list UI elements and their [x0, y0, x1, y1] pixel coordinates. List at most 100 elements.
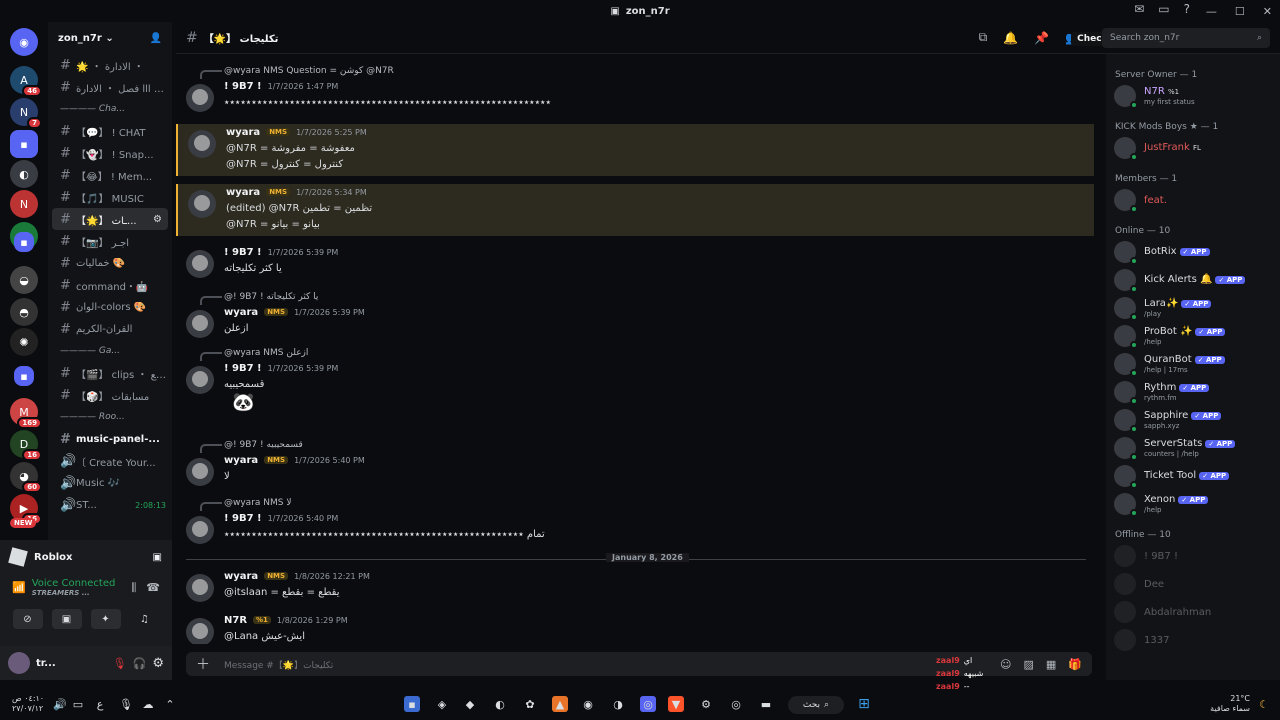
- bell-icon[interactable]: 🔔: [1003, 31, 1018, 45]
- brave-icon[interactable]: ▼: [668, 696, 684, 712]
- message[interactable]: wyara NMS 1/7/2026 5:25 PM @N7R = معفوشة = …: [176, 124, 1094, 176]
- reply-reference[interactable]: @wyara NMS لا: [224, 496, 1094, 510]
- member-row[interactable]: Lara✨ ✓ APP/play: [1106, 294, 1280, 322]
- message-author[interactable]: ! 9B7 !: [224, 247, 262, 258]
- message[interactable]: @wyara NMS ازعلن ! 9B7 ! 1/7/2026 5:39 PM ق…: [176, 346, 1094, 426]
- folder-icon[interactable]: ▪: [10, 130, 38, 158]
- activity-settings-icon[interactable]: ▣: [153, 552, 162, 563]
- category-header[interactable]: ———— Roo...: [48, 406, 172, 428]
- search-button[interactable]: بحث ⌕: [788, 696, 844, 714]
- folder-icon[interactable]: ▪: [14, 366, 34, 386]
- app-icon[interactable]: ◉: [580, 696, 596, 712]
- discord-icon[interactable]: ◎: [640, 696, 656, 712]
- message-input[interactable]: Message #【🌟】تكليجات: [224, 658, 333, 671]
- message-author[interactable]: wyara: [224, 571, 258, 582]
- signal-icon[interactable]: 📶: [12, 581, 26, 594]
- message-author[interactable]: ! 9B7 !: [224, 363, 262, 374]
- message-author[interactable]: wyara: [226, 187, 260, 198]
- avatar[interactable]: [186, 84, 214, 112]
- text-channel[interactable]: # 🌟 ・ الادارة ・: [48, 54, 172, 76]
- app-icon[interactable]: ▲: [552, 696, 568, 712]
- avatar[interactable]: [186, 366, 214, 394]
- language-indicator[interactable]: ع: [92, 696, 108, 712]
- member-row[interactable]: Rythm ✓ APP rythm.fm: [1106, 378, 1280, 406]
- reply-reference[interactable]: @wyara NMS ازعلن: [224, 346, 1094, 360]
- network-icon[interactable]: ☁: [140, 696, 156, 712]
- disconnect-icon[interactable]: ☎: [146, 581, 160, 595]
- threads-icon[interactable]: ⧉: [979, 30, 988, 45]
- text-channel[interactable]: # القران-الكريم: [48, 318, 172, 340]
- mute-icon[interactable]: 🎙: [113, 657, 127, 670]
- message-author[interactable]: N7R: [224, 615, 247, 626]
- add-attachment-icon[interactable]: ＋: [196, 654, 210, 674]
- minimize-icon[interactable]: —: [1206, 5, 1217, 18]
- server-icon[interactable]: M 169: [10, 398, 42, 429]
- display-icon[interactable]: ▭: [70, 696, 86, 712]
- mic-icon[interactable]: 🎙: [118, 696, 134, 712]
- server-icon[interactable]: ◓: [10, 298, 38, 326]
- message[interactable]: ! 9B7 ! 1/7/2026 5:39 PM يا كثر تكليجاته: [176, 244, 1094, 280]
- inbox-icon[interactable]: ✉: [1134, 2, 1144, 16]
- member-row[interactable]: feat.: [1106, 186, 1280, 214]
- member-row[interactable]: ProBot ✨ ✓ APP/help: [1106, 322, 1280, 350]
- avatar[interactable]: [186, 310, 214, 338]
- member-row[interactable]: ! 9B7 !: [1106, 542, 1280, 570]
- server-icon[interactable]: A 46: [10, 66, 42, 97]
- text-channel[interactable]: # 【📷】 اجـر: [48, 230, 172, 252]
- text-channel[interactable]: # ااا فصل ・ الادارة ⛔: [48, 76, 172, 98]
- weather-widget[interactable]: 21°C سماء صافية: [1210, 694, 1250, 714]
- voice-channel[interactable]: 🔊 Music 🎶: [48, 472, 172, 494]
- member-row[interactable]: 1337: [1106, 626, 1280, 654]
- folder-icon[interactable]: ▪: [14, 232, 34, 252]
- app-icon[interactable]: ✿: [522, 696, 538, 712]
- avatar[interactable]: [186, 250, 214, 278]
- message-author[interactable]: wyara: [224, 455, 258, 466]
- member-row[interactable]: QuranBot ✓ APP/help | 17ms: [1106, 350, 1280, 378]
- member-row[interactable]: Abdalrahman: [1106, 598, 1280, 626]
- server-icon[interactable]: ◕ 60: [10, 462, 42, 493]
- text-channel[interactable]: # 【🌟】 ـات... ⚙: [52, 208, 168, 230]
- app-icon[interactable]: ▪: [404, 696, 420, 712]
- member-row[interactable]: ServerStats ✓ APP counters | /help: [1106, 434, 1280, 462]
- chrome-icon[interactable]: ◎: [728, 696, 744, 712]
- steam-icon[interactable]: ◐: [492, 696, 508, 712]
- server-icon[interactable]: ◒: [10, 266, 38, 294]
- reply-reference[interactable]: @! 9B7 ! قسمحيبيه: [224, 438, 1094, 452]
- text-channel[interactable]: # music-panel-...: [48, 428, 172, 450]
- gear-icon[interactable]: ⚙: [153, 214, 162, 225]
- gear-icon[interactable]: ⚙: [152, 656, 164, 671]
- message[interactable]: @! 9B7 ! يا كثر تكليجاته wyara NMS 1/7/2026…: [176, 290, 1094, 340]
- screen-icon[interactable]: ▭: [1158, 2, 1169, 16]
- message-author[interactable]: ! 9B7 !: [224, 513, 262, 524]
- member-row[interactable]: Kick Alerts 🔔 ✓ APP: [1106, 266, 1280, 294]
- close-icon[interactable]: ✕: [1263, 5, 1272, 18]
- server-icon[interactable]: D 16: [10, 430, 42, 461]
- message[interactable]: @wyara NMS لا ! 9B7 ! 1/7/2026 5:40 PM تمام…: [176, 496, 1094, 546]
- pin-icon[interactable]: 📌: [1034, 31, 1049, 45]
- avatar[interactable]: [186, 618, 214, 644]
- avatar[interactable]: [188, 130, 216, 158]
- voice-channel[interactable]: 🔊 〔 Create Your...: [48, 450, 172, 472]
- avatar[interactable]: [186, 574, 214, 602]
- member-row[interactable]: JustFrank FL: [1106, 134, 1280, 162]
- text-channel[interactable]: # خماليات 🎨: [48, 252, 172, 274]
- discord-home-icon[interactable]: ◉: [10, 28, 38, 56]
- reply-reference[interactable]: @wyara NMS Question = كوشن @N7R: [224, 64, 1094, 78]
- message[interactable]: @! 9B7 ! قسمحيبيه wyara NMS 1/7/2026 5:40 P…: [176, 438, 1094, 488]
- chevron-up-icon[interactable]: ⌃: [162, 696, 178, 712]
- message-author[interactable]: wyara: [226, 127, 260, 138]
- text-channel[interactable]: # command・🤖: [48, 274, 172, 296]
- text-channel[interactable]: # 【😂】 ! Mem...: [48, 164, 172, 186]
- gift-icon[interactable]: 🎁: [1068, 658, 1082, 671]
- server-icon[interactable]: ◐: [10, 160, 38, 188]
- text-channel[interactable]: # 【🎵】 MUSIC: [48, 186, 172, 208]
- camera-off-button[interactable]: ⊘: [12, 609, 43, 629]
- member-row[interactable]: N7R %1 my first status: [1106, 82, 1280, 110]
- volume-icon[interactable]: 🔊: [52, 696, 68, 712]
- add-member-icon[interactable]: 👤: [150, 33, 162, 44]
- app-icon[interactable]: ◆: [462, 696, 478, 712]
- help-icon[interactable]: ?: [1184, 2, 1190, 16]
- username[interactable]: tr...: [36, 658, 70, 669]
- message[interactable]: wyara NMS 1/7/2026 5:34 PM (edited) @N7R تظ…: [176, 184, 1094, 236]
- app-icon[interactable]: ◈: [434, 696, 450, 712]
